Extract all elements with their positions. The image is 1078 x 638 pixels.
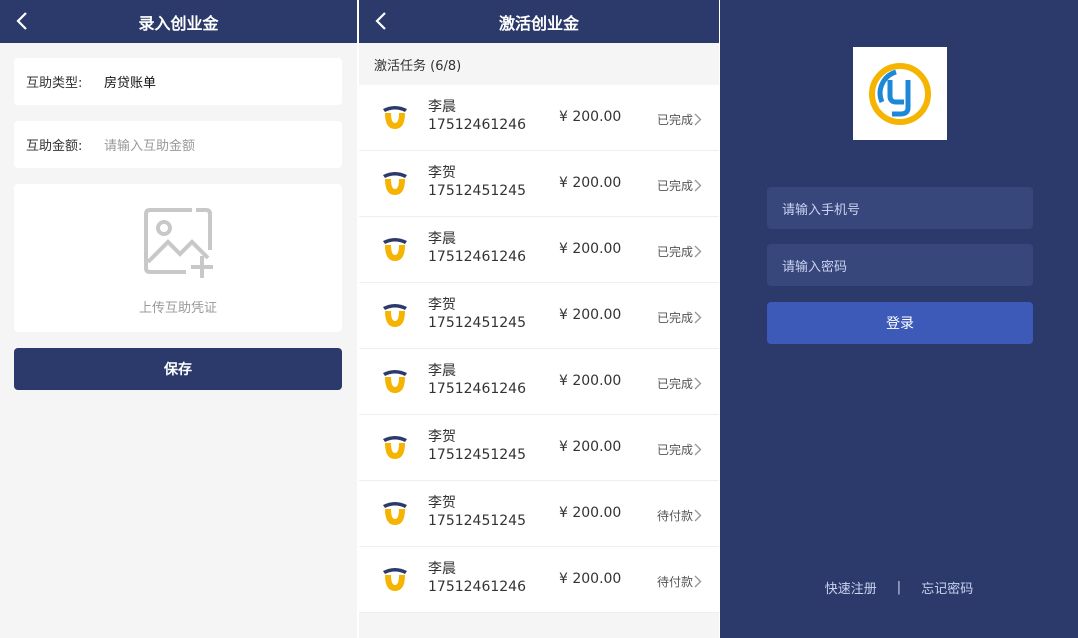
task-phone: 17512461246 [428, 579, 526, 595]
task-amount: ¥ 200.00 [559, 571, 622, 587]
task-info: 李晨 17512461246 [428, 362, 526, 398]
task-status: 已完成 [657, 377, 694, 391]
task-amount: ¥ 200.00 [559, 439, 622, 455]
task-row[interactable]: 李贺 17512451245 ¥ 200.00 已完成 [359, 151, 719, 217]
task-amount: ¥ 200.00 [559, 175, 622, 191]
save-button[interactable]: 保存 [14, 348, 342, 390]
task-info: 李贺 17512451245 [428, 296, 526, 332]
task-amount: ¥ 200.00 [559, 373, 622, 389]
chevron-right-icon[interactable] [694, 441, 702, 460]
task-row[interactable]: 李贺 17512451245 ¥ 200.00 已完成 [359, 415, 719, 481]
task-name: 李贺 [428, 495, 456, 511]
task-info: 李晨 17512461246 [428, 98, 526, 134]
task-phone: 17512451245 [428, 183, 526, 199]
task-info: 李贺 17512451245 [428, 164, 526, 200]
task-row[interactable]: 李贺 17512451245 ¥ 200.00 待付款 [359, 481, 719, 547]
login-button[interactable]: 登录 [767, 302, 1033, 344]
task-name: 李晨 [428, 561, 456, 577]
task-status: 已完成 [657, 113, 694, 127]
task-row[interactable]: 李晨 17512461246 ¥ 200.00 已完成 [359, 217, 719, 283]
task-phone: 17512461246 [428, 249, 526, 265]
task-status: 已完成 [657, 179, 694, 193]
add-image-icon[interactable] [142, 206, 216, 284]
task-name: 李贺 [428, 297, 456, 313]
brand-logo-icon [381, 435, 409, 465]
brand-logo-icon [381, 171, 409, 201]
task-name: 李贺 [428, 429, 456, 445]
task-info: 李贺 17512451245 [428, 494, 526, 530]
task-status: 已完成 [657, 311, 694, 325]
task-info: 李晨 17512461246 [428, 560, 526, 596]
task-status: 待付款 [657, 509, 694, 523]
forgot-password-link[interactable]: 忘记密码 [921, 578, 973, 597]
task-phone: 17512451245 [428, 513, 526, 529]
task-row[interactable]: 李晨 17512461246 ¥ 200.00 已完成 [359, 349, 719, 415]
chevron-right-icon[interactable] [694, 507, 702, 526]
amount-input[interactable]: 请输入互助金额 [104, 135, 195, 154]
register-link[interactable]: 快速注册 [825, 578, 877, 597]
task-list: 李晨 17512461246 ¥ 200.00 已完成 李贺 17512451245 ¥ 2… [359, 85, 719, 613]
link-separator: | [896, 580, 902, 595]
task-row[interactable]: 李晨 17512461246 ¥ 200.00 已完成 [359, 85, 719, 151]
type-row[interactable]: 互助类型: 房贷账单 [14, 58, 342, 105]
chevron-right-icon[interactable] [694, 309, 702, 328]
brand-logo-icon [381, 303, 409, 333]
task-name: 李贺 [428, 165, 456, 181]
chevron-right-icon[interactable] [694, 573, 702, 592]
task-phone: 17512461246 [428, 381, 526, 397]
task-name: 李晨 [428, 99, 456, 115]
chevron-right-icon[interactable] [694, 375, 702, 394]
upload-area[interactable]: 上传互助凭证 [14, 184, 342, 332]
task-info: 李贺 17512451245 [428, 428, 526, 464]
password-input[interactable]: 请输入密码 [767, 244, 1033, 286]
task-info: 李晨 17512461246 [428, 230, 526, 266]
brand-logo-icon [869, 62, 931, 125]
task-phone: 17512451245 [428, 315, 526, 331]
type-value[interactable]: 房贷账单 [104, 72, 156, 91]
chevron-right-icon[interactable] [694, 177, 702, 196]
entry-screen: 录入创业金 互助类型: 房贷账单 互助金额: 请输入互助金额 上传互助凭证 保存 [0, 0, 357, 638]
task-name: 李晨 [428, 363, 456, 379]
page-title: 录入创业金 [138, 13, 219, 33]
task-phone: 17512451245 [428, 447, 526, 463]
amount-row[interactable]: 互助金额: 请输入互助金额 [14, 121, 342, 168]
task-name: 李晨 [428, 231, 456, 247]
task-count-header: 激活任务 (6/8) [374, 58, 462, 74]
task-row[interactable]: 李贺 17512451245 ¥ 200.00 已完成 [359, 283, 719, 349]
page-title: 激活创业金 [498, 13, 579, 33]
task-amount: ¥ 200.00 [559, 505, 622, 521]
brand-logo-icon [381, 567, 409, 597]
task-amount: ¥ 200.00 [559, 241, 622, 257]
task-amount: ¥ 200.00 [559, 109, 622, 125]
chevron-right-icon[interactable] [694, 243, 702, 262]
activation-header: 激活创业金 [359, 0, 719, 43]
type-label: 互助类型: [26, 76, 83, 91]
brand-logo-icon [381, 501, 409, 531]
brand-logo-icon [381, 369, 409, 399]
chevron-right-icon[interactable] [694, 111, 702, 130]
task-status: 已完成 [657, 443, 694, 457]
footer-links: 快速注册 | 忘记密码 [720, 578, 1078, 597]
task-status: 待付款 [657, 575, 694, 589]
entry-header: 录入创业金 [0, 0, 357, 43]
activation-screen: 激活创业金 激活任务 (6/8) 李晨 17512461246 ¥ 200.00 已完… [359, 0, 719, 638]
brand-logo-icon [381, 105, 409, 135]
task-row[interactable]: 李晨 17512461246 ¥ 200.00 待付款 [359, 547, 719, 613]
app-logo [853, 47, 947, 140]
phone-input[interactable]: 请输入手机号 [767, 187, 1033, 229]
task-phone: 17512461246 [428, 117, 526, 133]
upload-label: 上传互助凭证 [138, 301, 217, 316]
task-status: 已完成 [657, 245, 694, 259]
back-arrow-icon[interactable] [12, 10, 32, 32]
brand-logo-icon [381, 237, 409, 267]
task-amount: ¥ 200.00 [559, 307, 622, 323]
login-screen: 请输入手机号 请输入密码 登录 快速注册 | 忘记密码 [720, 0, 1078, 638]
back-arrow-icon[interactable] [371, 10, 391, 32]
amount-label: 互助金额: [26, 139, 83, 154]
